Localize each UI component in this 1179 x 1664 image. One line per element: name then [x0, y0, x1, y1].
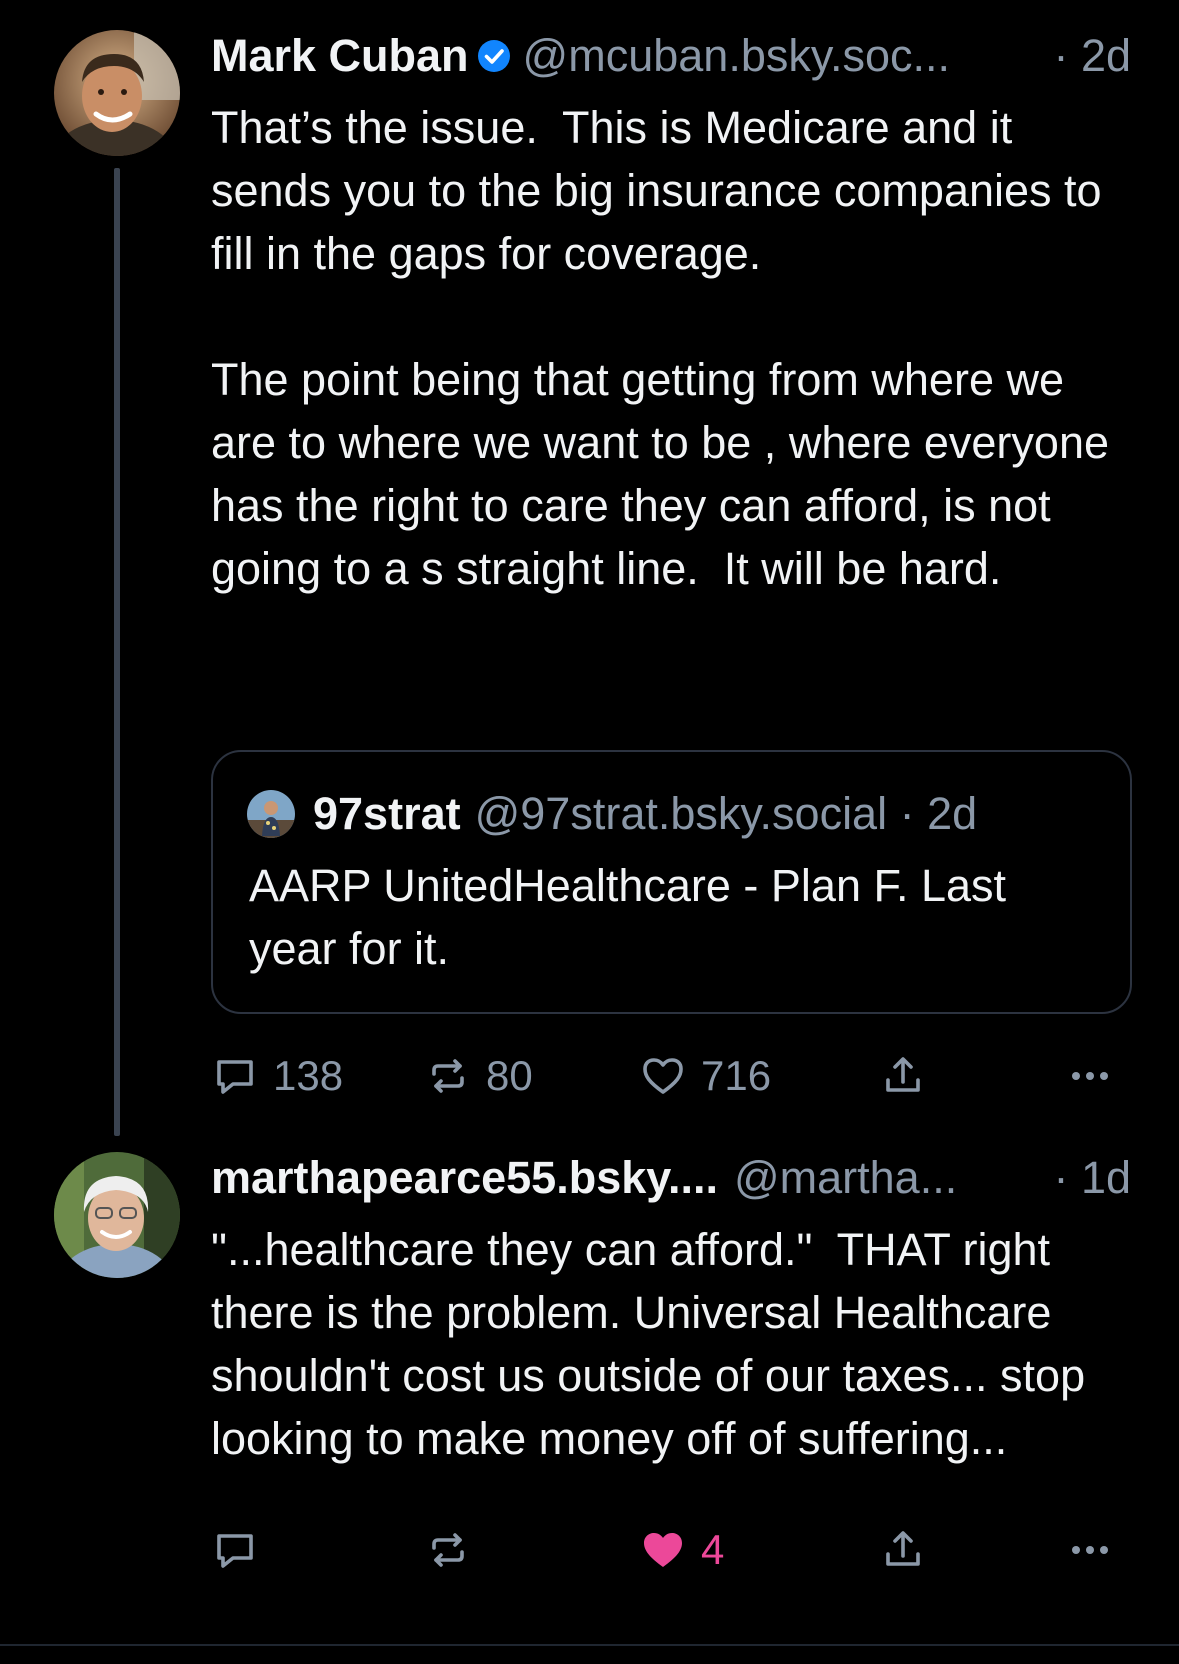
- quoted-author-handle[interactable]: @97strat.bsky.social · 2d: [475, 788, 978, 840]
- repost-arrows-icon: [432, 1533, 464, 1567]
- heart-outline-icon: [643, 1058, 683, 1094]
- post-mark-cuban[interactable]: Mark Cuban @mcuban.bsky.soc... · 2d That…: [0, 0, 1179, 1136]
- avatar-photo-icon: [247, 790, 295, 838]
- heart-filled-icon: [644, 1533, 682, 1567]
- author-display-name[interactable]: Mark Cuban: [211, 30, 469, 82]
- repost-count: 80: [486, 1052, 533, 1099]
- author-display-name[interactable]: marthapearce55.bsky....: [211, 1152, 718, 1204]
- share-button[interactable]: [879, 1520, 927, 1580]
- post-timestamp[interactable]: · 2d: [1053, 30, 1131, 82]
- reply-button[interactable]: 138: [211, 1046, 343, 1106]
- more-dots-icon: [1072, 1072, 1108, 1080]
- like-count: 4: [701, 1526, 725, 1573]
- thread-connector-line: [114, 168, 120, 1136]
- more-options-button[interactable]: [1066, 1520, 1114, 1580]
- quoted-author-display-name[interactable]: 97strat: [313, 788, 461, 840]
- post-action-bar: 4: [211, 1520, 1131, 1580]
- author-handle[interactable]: @martha...: [734, 1152, 957, 1204]
- quoted-post-text: AARP UnitedHealthcare - Plan F. Last yea…: [249, 860, 1007, 974]
- post-timestamp[interactable]: · 1d: [1053, 1152, 1131, 1204]
- post-marthapearce[interactable]: marthapearce55.bsky.... @martha... · 1d …: [0, 1100, 1179, 1644]
- post-header: Mark Cuban @mcuban.bsky.soc... · 2d: [211, 26, 1131, 86]
- avatar-photo-icon: [54, 30, 180, 156]
- avatar-photo-icon: [54, 1152, 180, 1278]
- quoted-post-header: 97strat @97strat.bsky.social · 2d: [247, 784, 977, 844]
- quoted-author-avatar: [247, 790, 295, 838]
- post-header: marthapearce55.bsky.... @martha... · 1d: [211, 1148, 1131, 1208]
- more-options-button[interactable]: [1066, 1046, 1114, 1106]
- like-button[interactable]: 716: [639, 1046, 771, 1106]
- reply-count: 138: [273, 1052, 344, 1099]
- repost-button[interactable]: [424, 1520, 472, 1580]
- speech-bubble-icon: [217, 1060, 253, 1094]
- share-upload-icon: [886, 1057, 920, 1092]
- post-text: "...healthcare they can afford." THAT ri…: [211, 1224, 1098, 1464]
- quoted-post[interactable]: 97strat @97strat.bsky.social · 2d AARP U…: [211, 750, 1132, 1014]
- more-dots-icon: [1072, 1546, 1108, 1554]
- repost-arrows-icon: [432, 1059, 464, 1093]
- share-button[interactable]: [879, 1046, 927, 1106]
- like-button[interactable]: 4: [639, 1520, 724, 1580]
- like-count: 716: [701, 1052, 772, 1099]
- verified-badge-icon[interactable]: [477, 39, 511, 73]
- author-avatar[interactable]: [54, 30, 180, 156]
- reply-button[interactable]: [211, 1520, 259, 1580]
- share-upload-icon: [886, 1531, 920, 1566]
- post-action-bar: 138 80 716: [211, 1046, 1131, 1106]
- author-handle[interactable]: @mcuban.bsky.soc...: [523, 30, 951, 82]
- post-text: That’s the issue. This is Medicare and i…: [211, 102, 1110, 594]
- speech-bubble-icon: [217, 1534, 253, 1568]
- author-avatar[interactable]: [54, 1152, 180, 1278]
- feed-divider: [0, 1644, 1179, 1646]
- repost-button[interactable]: 80: [424, 1046, 533, 1106]
